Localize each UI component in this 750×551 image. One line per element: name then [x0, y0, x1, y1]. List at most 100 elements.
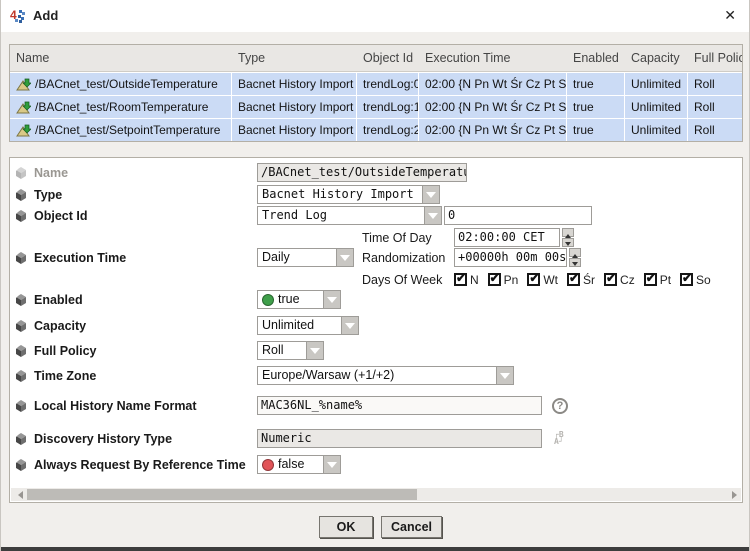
day-checkbox-item: So [680, 273, 711, 287]
table-row[interactable]: /BACnet_test/RoomTemperature Bacnet Hist… [10, 96, 742, 118]
ok-button[interactable]: OK [319, 516, 373, 538]
spinner-up-icon[interactable] [562, 228, 574, 237]
dialog-title: Add [33, 8, 58, 23]
enabled-value: true [278, 291, 300, 308]
spinner-up-icon[interactable] [569, 248, 581, 257]
randomization-label: Randomization [362, 251, 445, 265]
history-import-icon [16, 78, 31, 91]
day-checkbox-item: Pt [644, 273, 671, 287]
day-label: Pn [504, 273, 519, 287]
execution-time-label: Execution Time [34, 251, 126, 265]
object-id-instance-field[interactable]: 0 [444, 206, 592, 225]
day-label: Pt [660, 273, 671, 287]
row-name: /BACnet_test/RoomTemperature [35, 96, 208, 118]
history-import-icon [16, 101, 31, 114]
property-icon [14, 369, 28, 383]
day-checkbox-item: Śr [567, 273, 595, 287]
row-execution-time: 02:00 {N Pn Wt Śr Cz Pt So} [419, 73, 567, 95]
full-policy-dropdown[interactable]: Roll [257, 341, 324, 360]
time-zone-label: Time Zone [34, 369, 96, 383]
capacity-label: Capacity [34, 319, 86, 333]
chevron-down-icon[interactable] [496, 367, 513, 384]
day-checkbox-item: Cz [604, 273, 635, 287]
col-header-object-id[interactable]: Object Id [357, 45, 419, 71]
time-of-day-field[interactable]: 02:00:00 CET [454, 228, 560, 247]
close-icon[interactable]: ✕ [724, 7, 736, 23]
type-value: Bacnet History Import [258, 186, 422, 203]
chevron-down-icon[interactable] [424, 207, 441, 224]
time-zone-dropdown[interactable]: Europe/Warsaw (+1/+2) [257, 366, 514, 385]
time-of-day-label: Time Of Day [362, 231, 432, 245]
frequency-value: Daily [258, 249, 336, 266]
enabled-dropdown[interactable]: true [257, 290, 341, 309]
full-policy-value: Roll [258, 342, 306, 359]
scroll-right-icon[interactable] [729, 488, 741, 501]
checkbox-checked-icon[interactable] [567, 273, 580, 286]
checkbox-checked-icon[interactable] [644, 273, 657, 286]
col-header-type[interactable]: Type [232, 45, 357, 71]
discovery-history-type-field: Numeric [257, 429, 542, 448]
col-header-name[interactable]: Name [10, 45, 232, 71]
day-checkbox-item: Pn [488, 273, 519, 287]
cancel-button[interactable]: Cancel [381, 516, 442, 538]
row-capacity: Unlimited [625, 96, 688, 118]
col-header-enabled[interactable]: Enabled [567, 45, 625, 71]
time-of-day-spinner [562, 228, 574, 247]
always-request-dropdown[interactable]: false [257, 455, 341, 474]
horizontal-scrollbar[interactable] [11, 488, 741, 501]
property-icon [14, 344, 28, 358]
col-header-execution-time[interactable]: Execution Time [419, 45, 567, 71]
chevron-down-icon[interactable] [306, 342, 323, 359]
a-to-b-convert-icon[interactable]: ┌BA┘ [554, 431, 564, 445]
row-full-policy: Roll [688, 96, 742, 118]
chevron-down-icon[interactable] [422, 186, 439, 203]
checkbox-checked-icon[interactable] [604, 273, 617, 286]
col-header-full-policy[interactable]: Full Policy [688, 45, 742, 71]
object-id-type-dropdown[interactable]: Trend Log [257, 206, 442, 225]
checkbox-checked-icon[interactable] [680, 273, 693, 286]
day-label: Śr [583, 273, 595, 287]
day-label: Wt [543, 273, 558, 287]
randomization-field[interactable]: +00000h 00m 00s [454, 248, 567, 267]
history-table: Name Type Object Id Execution Time Enabl… [9, 44, 743, 142]
table-row[interactable]: /BACnet_test/OutsideTemperature Bacnet H… [10, 73, 742, 95]
table-row[interactable]: /BACnet_test/SetpointTemperature Bacnet … [10, 119, 742, 141]
day-label: So [696, 273, 711, 287]
property-icon [14, 188, 28, 202]
chevron-down-icon[interactable] [336, 249, 353, 266]
day-label: N [470, 273, 479, 287]
name-field[interactable]: /BACnet_test/OutsideTemperature [257, 163, 467, 182]
scrollbar-thumb[interactable] [27, 489, 417, 500]
property-icon [14, 458, 28, 472]
checkbox-checked-icon[interactable] [454, 273, 467, 286]
scroll-left-icon[interactable] [11, 488, 23, 501]
always-request-value: false [278, 456, 304, 473]
row-full-policy: Roll [688, 119, 742, 141]
chevron-down-icon[interactable] [323, 456, 340, 473]
status-true-icon [262, 294, 274, 306]
day-checkbox-item: N [454, 273, 479, 287]
row-type: Bacnet History Import [232, 119, 357, 141]
spinner-down-icon[interactable] [569, 258, 581, 267]
capacity-value: Unlimited [258, 317, 341, 334]
type-dropdown[interactable]: Bacnet History Import [257, 185, 440, 204]
object-id-label: Object Id [34, 209, 87, 223]
checkbox-checked-icon[interactable] [527, 273, 540, 286]
property-icon [14, 293, 28, 307]
help-icon[interactable]: ? [552, 398, 568, 414]
checkbox-checked-icon[interactable] [488, 273, 501, 286]
col-header-capacity[interactable]: Capacity [625, 45, 688, 71]
frequency-dropdown[interactable]: Daily [257, 248, 354, 267]
type-label: Type [34, 188, 62, 202]
chevron-down-icon[interactable] [341, 317, 358, 334]
local-history-name-format-field[interactable]: MAC36NL_%name% [257, 396, 542, 415]
window-bottom-edge [1, 547, 749, 551]
table-header-row: Name Type Object Id Execution Time Enabl… [10, 45, 742, 72]
capacity-dropdown[interactable]: Unlimited [257, 316, 359, 335]
row-enabled: true [567, 96, 625, 118]
day-label: Cz [620, 273, 635, 287]
spinner-down-icon[interactable] [562, 238, 574, 247]
row-object-id: trendLog:0 [357, 73, 419, 95]
local-history-name-format-label: Local History Name Format [34, 399, 197, 413]
chevron-down-icon[interactable] [323, 291, 340, 308]
